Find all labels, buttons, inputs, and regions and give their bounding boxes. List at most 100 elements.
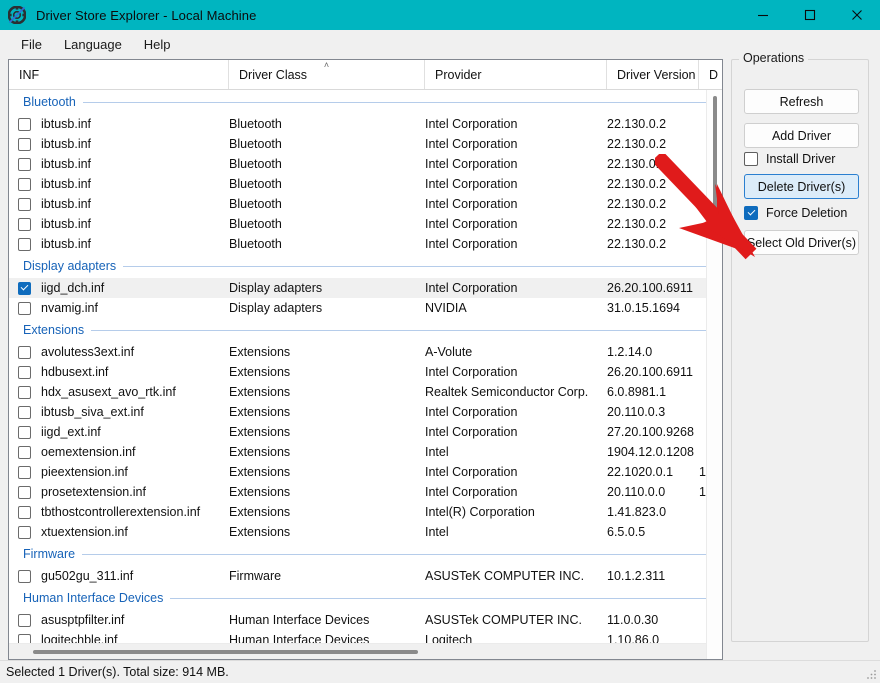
row-driver-class-cell: Extensions	[229, 485, 425, 499]
maximize-button[interactable]	[786, 0, 833, 30]
row-checkbox[interactable]	[18, 486, 31, 499]
group-header-label: Firmware	[23, 547, 82, 561]
row-inf-label: tbthostcontrollerextension.inf	[41, 505, 200, 519]
group-header[interactable]: Bluetooth	[9, 90, 722, 114]
row-driver-class-cell: Firmware	[229, 569, 425, 583]
group-header[interactable]: Extensions	[9, 318, 722, 342]
row-driver-class-cell: Extensions	[229, 525, 425, 539]
column-header-driver-class[interactable]: ˄ Driver Class	[229, 60, 425, 89]
column-header-driver-date[interactable]: D	[699, 60, 723, 89]
group-header[interactable]: Human Interface Devices	[9, 586, 722, 610]
row-checkbox[interactable]	[18, 366, 31, 379]
table-row[interactable]: ibtusb.infBluetoothIntel Corporation22.1…	[9, 134, 722, 154]
column-header-provider[interactable]: Provider	[425, 60, 607, 89]
table-row[interactable]: oemextension.infExtensionsIntel1904.12.0…	[9, 442, 722, 462]
row-checkbox[interactable]	[18, 198, 31, 211]
row-checkbox[interactable]	[18, 466, 31, 479]
row-checkbox[interactable]	[18, 570, 31, 583]
driver-list-view[interactable]: INF ˄ Driver Class Provider Driver Versi…	[8, 59, 723, 660]
table-row[interactable]: gu502gu_311.infFirmwareASUSTeK COMPUTER …	[9, 566, 722, 586]
close-button[interactable]	[833, 0, 880, 30]
force-deletion-checkbox[interactable]: Force Deletion	[744, 204, 847, 222]
row-checkbox[interactable]	[18, 218, 31, 231]
row-checkbox[interactable]	[18, 446, 31, 459]
row-driver-version-cell: 22.130.0.2	[607, 157, 699, 171]
table-row[interactable]: ibtusb.infBluetoothIntel Corporation22.1…	[9, 214, 722, 234]
row-driver-class-cell: Display adapters	[229, 281, 425, 295]
row-driver-version-cell: 22.130.0.2	[607, 177, 699, 191]
column-header-inf[interactable]: INF	[9, 60, 229, 89]
table-row[interactable]: ibtusb.infBluetoothIntel Corporation22.1…	[9, 154, 722, 174]
row-provider-cell: Intel Corporation	[425, 197, 607, 211]
row-inf-cell: ibtusb.inf	[9, 177, 229, 191]
row-driver-version-cell: 22.130.0.2	[607, 237, 699, 251]
column-header-driver-class-label: Driver Class	[239, 68, 307, 82]
status-text: Selected 1 Driver(s). Total size: 914 MB…	[6, 665, 229, 679]
group-header[interactable]: Display adapters	[9, 254, 722, 278]
menu-item-help[interactable]: Help	[133, 33, 182, 56]
row-provider-cell: Intel Corporation	[425, 157, 607, 171]
table-row[interactable]: avolutess3ext.infExtensionsA-Volute1.2.1…	[9, 342, 722, 362]
column-header-driver-version[interactable]: Driver Version	[607, 60, 699, 89]
install-driver-checkbox[interactable]: Install Driver	[744, 150, 835, 168]
minimize-button[interactable]	[739, 0, 786, 30]
select-old-drivers-button[interactable]: Select Old Driver(s)	[744, 230, 859, 255]
table-row[interactable]: hdx_asusext_avo_rtk.infExtensionsRealtek…	[9, 382, 722, 402]
row-checkbox[interactable]	[18, 158, 31, 171]
row-checkbox[interactable]	[18, 282, 31, 295]
table-row[interactable]: iigd_dch.infDisplay adaptersIntel Corpor…	[9, 278, 722, 298]
row-checkbox[interactable]	[18, 178, 31, 191]
row-checkbox[interactable]	[18, 238, 31, 251]
row-checkbox[interactable]	[18, 506, 31, 519]
delete-drivers-button[interactable]: Delete Driver(s)	[744, 174, 859, 199]
table-row[interactable]: ibtusb.infBluetoothIntel Corporation22.1…	[9, 114, 722, 134]
row-driver-class-cell: Human Interface Devices	[229, 613, 425, 627]
row-checkbox[interactable]	[18, 346, 31, 359]
table-row[interactable]: hdbusext.infExtensionsIntel Corporation2…	[9, 362, 722, 382]
add-driver-button[interactable]: Add Driver	[744, 123, 859, 148]
row-checkbox[interactable]	[18, 302, 31, 315]
table-row[interactable]: ibtusb.infBluetoothIntel Corporation22.1…	[9, 174, 722, 194]
horizontal-scrollbar[interactable]	[9, 643, 706, 659]
row-driver-class-cell: Extensions	[229, 465, 425, 479]
row-provider-cell: Intel Corporation	[425, 281, 607, 295]
row-driver-class-cell: Bluetooth	[229, 117, 425, 131]
table-row[interactable]: prosetextension.infExtensionsIntel Corpo…	[9, 482, 722, 502]
row-provider-cell: Intel(R) Corporation	[425, 505, 607, 519]
row-checkbox[interactable]	[18, 386, 31, 399]
menu-item-file[interactable]: File	[10, 33, 53, 56]
table-row[interactable]: asusptpfilter.infHuman Interface Devices…	[9, 610, 722, 630]
row-driver-class-cell: Bluetooth	[229, 217, 425, 231]
group-header[interactable]: Firmware	[9, 542, 722, 566]
horizontal-scrollbar-thumb[interactable]	[33, 650, 418, 654]
table-row[interactable]: tbthostcontrollerextension.infExtensions…	[9, 502, 722, 522]
driver-rows-container: Bluetoothibtusb.infBluetoothIntel Corpor…	[9, 90, 722, 659]
refresh-button[interactable]: Refresh	[744, 89, 859, 114]
table-row[interactable]: xtuextension.infExtensionsIntel6.5.0.5	[9, 522, 722, 542]
group-header-rule	[91, 330, 722, 331]
row-driver-version-cell: 31.0.15.1694	[607, 301, 699, 315]
table-row[interactable]: iigd_ext.infExtensionsIntel Corporation2…	[9, 422, 722, 442]
menu-item-language[interactable]: Language	[53, 33, 133, 56]
row-checkbox[interactable]	[18, 526, 31, 539]
row-driver-version-cell: 22.130.0.2	[607, 137, 699, 151]
vertical-scrollbar[interactable]	[706, 90, 722, 659]
table-row[interactable]: ibtusb.infBluetoothIntel Corporation22.1…	[9, 194, 722, 214]
row-driver-class-cell: Display adapters	[229, 301, 425, 315]
row-inf-cell: oemextension.inf	[9, 445, 229, 459]
row-checkbox[interactable]	[18, 614, 31, 627]
group-header-label: Human Interface Devices	[23, 591, 170, 605]
main-content: INF ˄ Driver Class Provider Driver Versi…	[0, 59, 880, 660]
row-checkbox[interactable]	[18, 118, 31, 131]
resize-grip-icon[interactable]	[865, 668, 877, 680]
table-row[interactable]: pieextension.infExtensionsIntel Corporat…	[9, 462, 722, 482]
row-checkbox[interactable]	[18, 138, 31, 151]
row-checkbox[interactable]	[18, 426, 31, 439]
table-row[interactable]: ibtusb.infBluetoothIntel Corporation22.1…	[9, 234, 722, 254]
row-driver-version-cell: 22.130.0.2	[607, 197, 699, 211]
vertical-scrollbar-thumb[interactable]	[713, 96, 717, 226]
table-row[interactable]: nvamig.infDisplay adaptersNVIDIA31.0.15.…	[9, 298, 722, 318]
row-checkbox[interactable]	[18, 406, 31, 419]
table-row[interactable]: ibtusb_siva_ext.infExtensionsIntel Corpo…	[9, 402, 722, 422]
row-provider-cell: Intel Corporation	[425, 425, 607, 439]
